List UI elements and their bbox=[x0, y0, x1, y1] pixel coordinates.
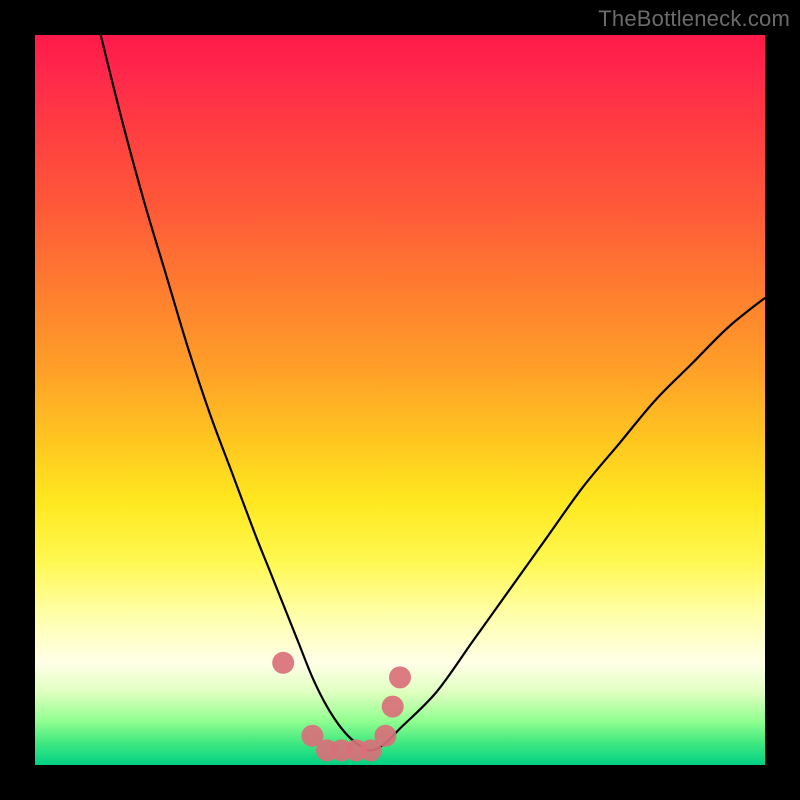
chart-frame: TheBottleneck.com bbox=[0, 0, 800, 800]
bottleneck-curve bbox=[101, 35, 765, 750]
marker-group bbox=[272, 652, 411, 762]
curve-layer bbox=[35, 35, 765, 765]
marker-dot bbox=[382, 696, 404, 718]
marker-dot bbox=[272, 652, 294, 674]
marker-dot bbox=[389, 666, 411, 688]
watermark-text: TheBottleneck.com bbox=[598, 6, 790, 32]
plot-area bbox=[35, 35, 765, 765]
marker-dot bbox=[374, 725, 396, 747]
